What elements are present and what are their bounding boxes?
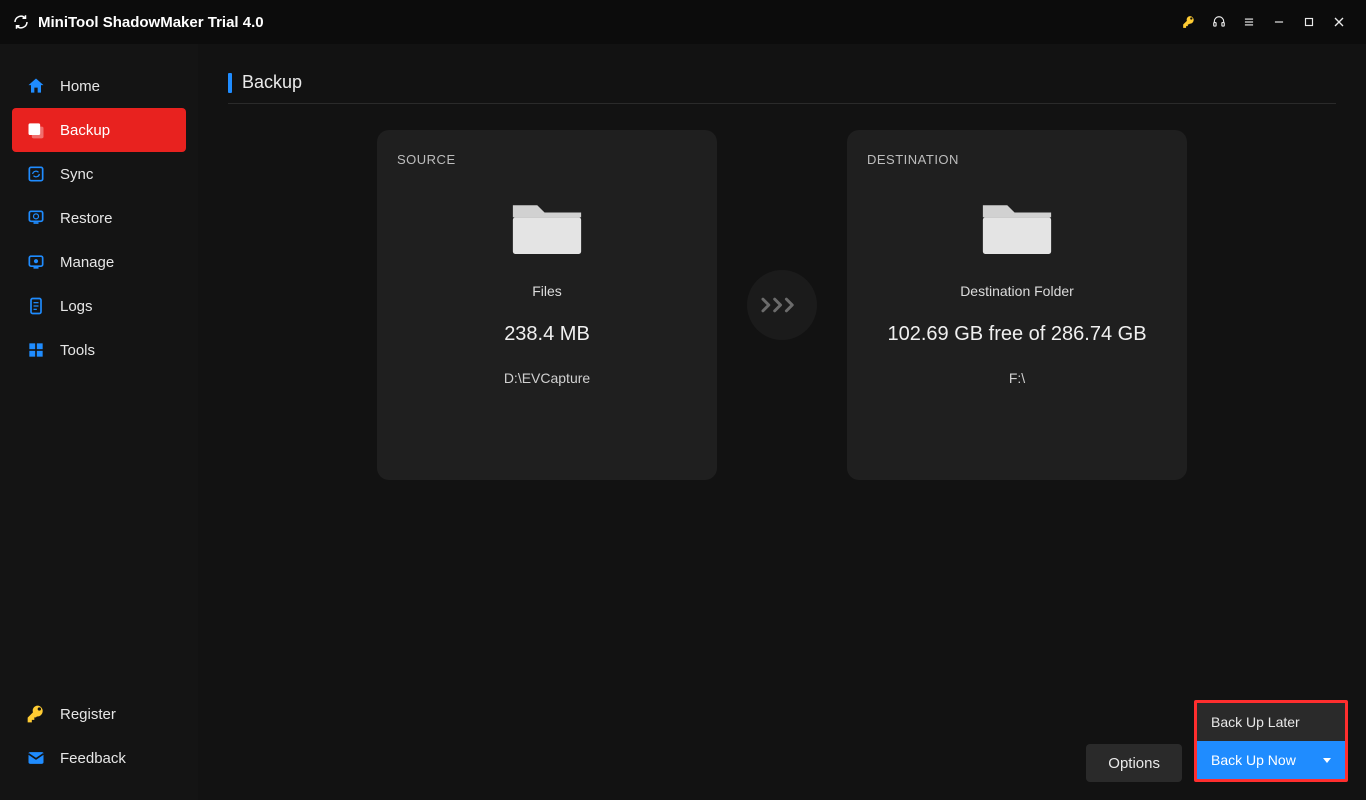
main-content: Backup SOURCE Files 238.4 MB D:\EVCaptur… [198,44,1366,800]
sidebar-item-label: Restore [60,210,113,227]
source-size: 238.4 MB [504,323,590,346]
sidebar-item-home[interactable]: Home [12,64,186,108]
restore-icon [26,208,46,228]
footer-actions: Options Back Up Later Back Up Now [1086,700,1348,782]
sidebar-item-sync[interactable]: Sync [12,152,186,196]
tools-icon [26,340,46,360]
sidebar-item-feedback[interactable]: Feedback [12,736,186,780]
titlebar-support-icon[interactable] [1204,7,1234,37]
key-icon [26,704,46,724]
titlebar-menu-icon[interactable] [1234,7,1264,37]
sidebar-item-label: Register [60,706,116,723]
close-button[interactable] [1324,7,1354,37]
caret-down-icon [1323,758,1331,763]
titlebar: MiniTool ShadowMaker Trial 4.0 [0,0,1366,44]
source-heading: SOURCE [397,152,456,167]
app-logo-icon [12,13,30,31]
folder-icon [508,193,586,255]
destination-card[interactable]: DESTINATION Destination Folder 102.69 GB… [847,130,1187,480]
source-type: Files [532,283,562,299]
source-path: D:\EVCapture [504,370,590,386]
sidebar-item-label: Backup [60,122,110,139]
sidebar-item-label: Manage [60,254,114,271]
sidebar: Home Backup Sync [0,44,198,800]
sidebar-item-label: Sync [60,166,93,183]
sidebar-item-restore[interactable]: Restore [12,196,186,240]
app-title: MiniTool ShadowMaker Trial 4.0 [38,14,264,31]
app-window: MiniTool ShadowMaker Trial 4.0 [0,0,1366,800]
folder-icon [978,193,1056,255]
destination-free: 102.69 GB free of 286.74 GB [887,323,1146,346]
source-card[interactable]: SOURCE Files 238.4 MB D:\EVCapture [377,130,717,480]
accent-bar [228,73,232,93]
titlebar-key-icon[interactable] [1174,7,1204,37]
destination-type: Destination Folder [960,283,1074,299]
sidebar-item-label: Home [60,78,100,95]
maximize-button[interactable] [1294,7,1324,37]
sidebar-item-label: Tools [60,342,95,359]
sidebar-item-manage[interactable]: Manage [12,240,186,284]
home-icon [26,76,46,96]
destination-heading: DESTINATION [867,152,959,167]
sidebar-item-register[interactable]: Register [12,692,186,736]
page-header: Backup [228,72,1336,104]
chevrons-right-icon [760,294,804,316]
sidebar-item-backup[interactable]: Backup [12,108,186,152]
sidebar-item-label: Logs [60,298,93,315]
logs-icon [26,296,46,316]
mail-icon [26,748,46,768]
manage-icon [26,252,46,272]
sidebar-item-label: Feedback [60,750,126,767]
arrow-separator [747,270,817,340]
minimize-button[interactable] [1264,7,1294,37]
options-button[interactable]: Options [1086,744,1182,782]
button-label: Options [1108,755,1160,772]
button-label: Back Up Later [1211,714,1300,730]
destination-path: F:\ [1009,370,1025,386]
backup-dropdown-highlight: Back Up Later Back Up Now [1194,700,1348,782]
backup-now-button[interactable]: Back Up Now [1197,741,1345,779]
sidebar-item-tools[interactable]: Tools [12,328,186,372]
backup-icon [26,120,46,140]
page-title: Backup [242,72,302,93]
sync-icon [26,164,46,184]
backup-later-option[interactable]: Back Up Later [1197,703,1345,741]
backup-cards-row: SOURCE Files 238.4 MB D:\EVCapture DESTI… [228,130,1336,480]
sidebar-item-logs[interactable]: Logs [12,284,186,328]
button-label: Back Up Now [1211,752,1296,768]
